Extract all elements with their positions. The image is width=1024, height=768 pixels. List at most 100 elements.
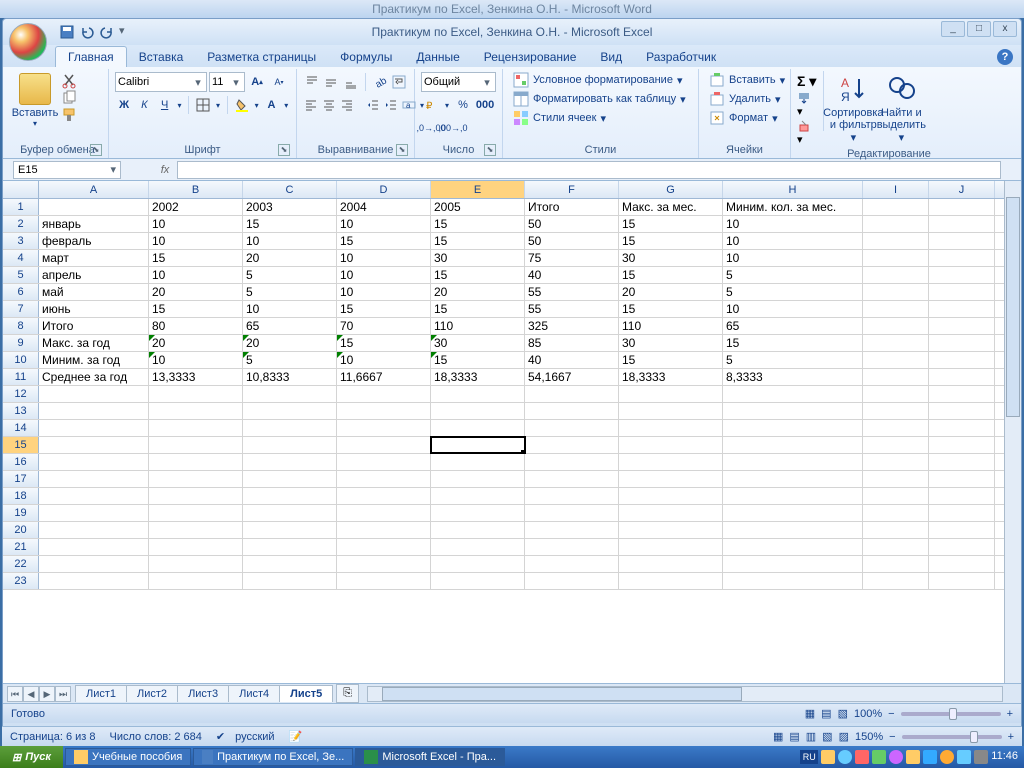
taskbar-button[interactable]: Microsoft Excel - Пра... [355, 748, 505, 766]
cell[interactable]: 11,6667 [337, 369, 431, 385]
formula-input[interactable] [177, 161, 1001, 179]
name-box[interactable]: E15▾ [13, 161, 121, 179]
cell[interactable] [929, 403, 995, 419]
cell[interactable] [863, 352, 929, 368]
border-icon[interactable] [194, 95, 212, 115]
cell[interactable] [863, 471, 929, 487]
cell[interactable]: 5 [723, 284, 863, 300]
orientation-icon[interactable]: ab [371, 72, 389, 92]
cell[interactable] [39, 539, 149, 555]
align-right-icon[interactable] [339, 95, 355, 115]
cell[interactable]: 30 [619, 250, 723, 266]
row-header[interactable]: 7 [3, 301, 39, 317]
tray-icon[interactable] [889, 750, 903, 764]
close-button[interactable]: x [993, 21, 1017, 37]
word-view-read-icon[interactable]: ▤ [789, 730, 799, 743]
word-proofing-icon[interactable]: ✔ [216, 730, 225, 743]
cell[interactable]: 10,8333 [243, 369, 337, 385]
cell[interactable] [525, 437, 619, 453]
cell[interactable]: 10 [723, 216, 863, 232]
cut-icon[interactable] [61, 73, 77, 89]
word-page[interactable]: Страница: 6 из 8 [10, 731, 96, 743]
cell[interactable] [431, 420, 525, 436]
row-header[interactable]: 18 [3, 488, 39, 504]
cell[interactable] [337, 403, 431, 419]
cell[interactable] [929, 301, 995, 317]
tray-icon[interactable] [821, 750, 835, 764]
cell[interactable] [243, 556, 337, 572]
decrease-decimal-icon[interactable]: ,00→,0 [443, 118, 463, 138]
cell[interactable] [337, 556, 431, 572]
cell[interactable]: 15 [619, 352, 723, 368]
font-name-combo[interactable]: Calibri▾ [115, 72, 207, 92]
cell[interactable]: 2002 [149, 199, 243, 215]
cell[interactable] [337, 505, 431, 521]
cell[interactable]: 20 [149, 284, 243, 300]
cell[interactable] [723, 386, 863, 402]
column-header[interactable]: G [619, 181, 723, 198]
cell[interactable] [619, 539, 723, 555]
cell[interactable]: апрель [39, 267, 149, 283]
cell[interactable]: 15 [431, 216, 525, 232]
column-header[interactable]: F [525, 181, 619, 198]
cell[interactable] [929, 505, 995, 521]
cell[interactable]: 15 [149, 301, 243, 317]
word-zoom-in-icon[interactable]: + [1008, 731, 1014, 743]
cell[interactable] [431, 522, 525, 538]
cell[interactable] [337, 420, 431, 436]
row-header[interactable]: 11 [3, 369, 39, 385]
cell[interactable]: 10 [723, 250, 863, 266]
cell[interactable] [149, 488, 243, 504]
cell[interactable] [863, 369, 929, 385]
new-sheet-icon[interactable]: ⎘ [336, 684, 359, 703]
cell[interactable]: май [39, 284, 149, 300]
fx-icon[interactable]: fx [153, 164, 177, 176]
paste-button[interactable]: Вставить▾ [13, 71, 57, 130]
cell[interactable]: июнь [39, 301, 149, 317]
insert-cells-button[interactable]: Вставить ▾ [705, 71, 789, 89]
cell[interactable]: 75 [525, 250, 619, 266]
cell[interactable] [149, 454, 243, 470]
cell[interactable]: 15 [337, 335, 431, 351]
cell[interactable]: Итого [525, 199, 619, 215]
cell[interactable]: 110 [619, 318, 723, 334]
find-select-button[interactable]: Найти и выделить ▾ [879, 71, 923, 146]
cell[interactable]: Миним. кол. за мес. [723, 199, 863, 215]
cell[interactable]: 15 [723, 335, 863, 351]
tray-icon[interactable] [838, 750, 852, 764]
tray-icon[interactable] [923, 750, 937, 764]
cell[interactable] [337, 437, 431, 453]
cell[interactable] [863, 505, 929, 521]
cell[interactable] [863, 556, 929, 572]
cell[interactable] [619, 573, 723, 589]
cell[interactable] [929, 216, 995, 232]
row-header[interactable]: 4 [3, 250, 39, 266]
row-header[interactable]: 21 [3, 539, 39, 555]
cell[interactable] [929, 199, 995, 215]
cell[interactable]: 8,3333 [723, 369, 863, 385]
cell[interactable]: 20 [243, 335, 337, 351]
cell[interactable]: 50 [525, 216, 619, 232]
cell[interactable] [863, 216, 929, 232]
column-header[interactable]: D [337, 181, 431, 198]
delete-cells-button[interactable]: Удалить ▾ [705, 90, 789, 108]
font-dialog-icon[interactable]: ⬊ [278, 144, 290, 156]
cell[interactable] [337, 471, 431, 487]
cell[interactable] [149, 471, 243, 487]
cell[interactable]: 15 [243, 216, 337, 232]
cell[interactable] [243, 437, 337, 453]
cell[interactable]: Макс. за мес. [619, 199, 723, 215]
cell[interactable]: 15 [619, 267, 723, 283]
cell[interactable] [149, 573, 243, 589]
font-color-icon[interactable]: A [262, 95, 280, 115]
shrink-font-icon[interactable]: A▾ [269, 72, 289, 92]
cell[interactable] [723, 454, 863, 470]
cell[interactable] [149, 420, 243, 436]
cell[interactable]: 80 [149, 318, 243, 334]
cell[interactable] [39, 420, 149, 436]
cell[interactable]: 15 [619, 301, 723, 317]
cell[interactable] [525, 403, 619, 419]
minimize-button[interactable]: _ [941, 21, 965, 37]
column-header[interactable]: J [929, 181, 995, 198]
row-header[interactable]: 16 [3, 454, 39, 470]
